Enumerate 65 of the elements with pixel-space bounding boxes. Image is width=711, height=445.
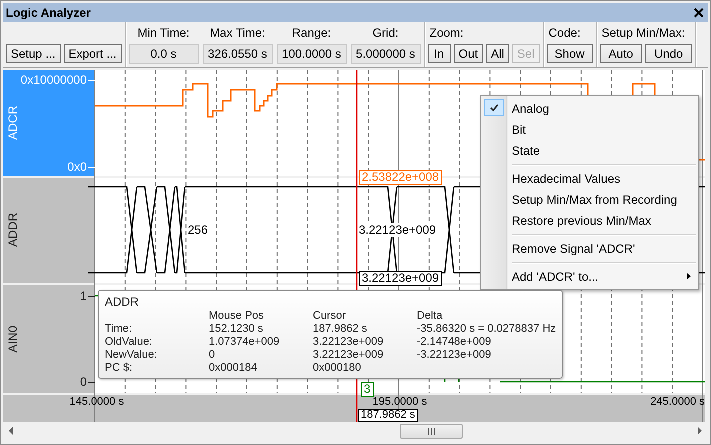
group-label: Setup Min/Max:	[600, 25, 686, 42]
cursor-time: 187.9862 s	[358, 409, 418, 422]
tooltip-value: 0x000184	[209, 362, 258, 375]
axis-tick-label: 145.0000 s	[70, 396, 124, 408]
menu-item[interactable]: State	[483, 140, 696, 161]
toolbar-button[interactable]: Undo	[645, 44, 692, 63]
cursor-value: 2.53822e+008	[359, 170, 442, 185]
submenu-arrow-icon	[687, 273, 691, 280]
toolbar-button[interactable]: All	[486, 44, 510, 63]
tooltip-value: 3.22123e+009	[313, 336, 385, 349]
tooltip-value: -35.86320 s = 0.0278837 Hz	[417, 323, 556, 336]
check-icon	[484, 99, 504, 116]
row-label: Time:	[105, 323, 134, 336]
field-label: Max Time:	[210, 25, 266, 42]
bus-value: 256	[188, 223, 208, 237]
tooltip-value: 0x000180	[313, 362, 362, 375]
readout-field: 5.000000 s	[350, 44, 421, 64]
axis-tick-label: 245.0000 s	[650, 396, 705, 408]
signal-label[interactable]: ADDR	[3, 178, 95, 283]
row-label: NewValue:	[105, 349, 158, 362]
tooltip-value: 1.07374e+009	[209, 336, 281, 349]
menu-item[interactable]: Remove Signal 'ADCR'	[483, 238, 696, 259]
toolbar-button[interactable]: Out	[454, 44, 484, 63]
tooltip-value: 187.9862 s	[313, 323, 368, 336]
tooltip-value: 3.22123e+009	[313, 349, 385, 362]
field-label: Range:	[292, 25, 332, 42]
column-header: Cursor	[313, 310, 348, 323]
tooltip-value: 0	[209, 349, 216, 362]
column-header: Delta	[417, 310, 444, 323]
menu-item[interactable]: Add 'ADCR' to...	[483, 266, 696, 287]
tooltip-value: 152.1230 s	[209, 323, 264, 336]
axis-label: 1	[80, 289, 95, 303]
menu-item[interactable]: Bit	[483, 119, 696, 140]
tooltip-value: -2.14748e+009	[417, 336, 492, 349]
menu-item[interactable]: Hexadecimal Values	[483, 168, 696, 189]
tooltip-value: -3.22123e+009	[417, 349, 492, 362]
row-label: OldValue:	[105, 336, 154, 349]
group-label: Zoom:	[428, 25, 465, 42]
scrollbar-thumb[interactable]	[400, 424, 463, 438]
readout-field: 0.0 s	[128, 44, 199, 64]
tooltip-title: ADDR	[105, 295, 140, 310]
menu-item[interactable]: Analog	[483, 98, 696, 119]
bus-value: 3.22123e+009	[359, 223, 436, 237]
menu-item[interactable]: Restore previous Min/Max	[483, 210, 696, 231]
axis-label: 0x0	[68, 160, 95, 174]
readout-field: 326.0550 s	[202, 44, 273, 64]
axis-tick-label: 195.0000 s	[372, 396, 428, 408]
toolbar-button[interactable]: In	[428, 44, 451, 63]
cursor-value: 3	[361, 382, 374, 397]
field-label: Grid:	[372, 25, 399, 42]
toolbar-button[interactable]: Setup ...	[6, 44, 61, 63]
row-label: PC $:	[105, 362, 134, 375]
group-label: Code:	[548, 25, 582, 42]
toolbar-button[interactable]: Auto	[600, 44, 642, 63]
window-title: Logic Analyzer	[6, 6, 91, 20]
toolbar-button[interactable]: Export ...	[64, 44, 122, 63]
column-header: Mouse Pos	[209, 310, 266, 323]
close-icon[interactable]	[694, 8, 704, 18]
readout-field: 100.0000 s	[276, 44, 347, 64]
axis-label: 0x10000000	[20, 73, 95, 87]
field-label: Min Time:	[138, 25, 190, 42]
menu-item[interactable]: Setup Min/Max from Recording	[483, 189, 696, 210]
toolbar-button[interactable]: Show	[546, 44, 593, 63]
cursor-value: 3.22123e+009	[359, 271, 442, 286]
axis-label: 0	[80, 375, 95, 389]
